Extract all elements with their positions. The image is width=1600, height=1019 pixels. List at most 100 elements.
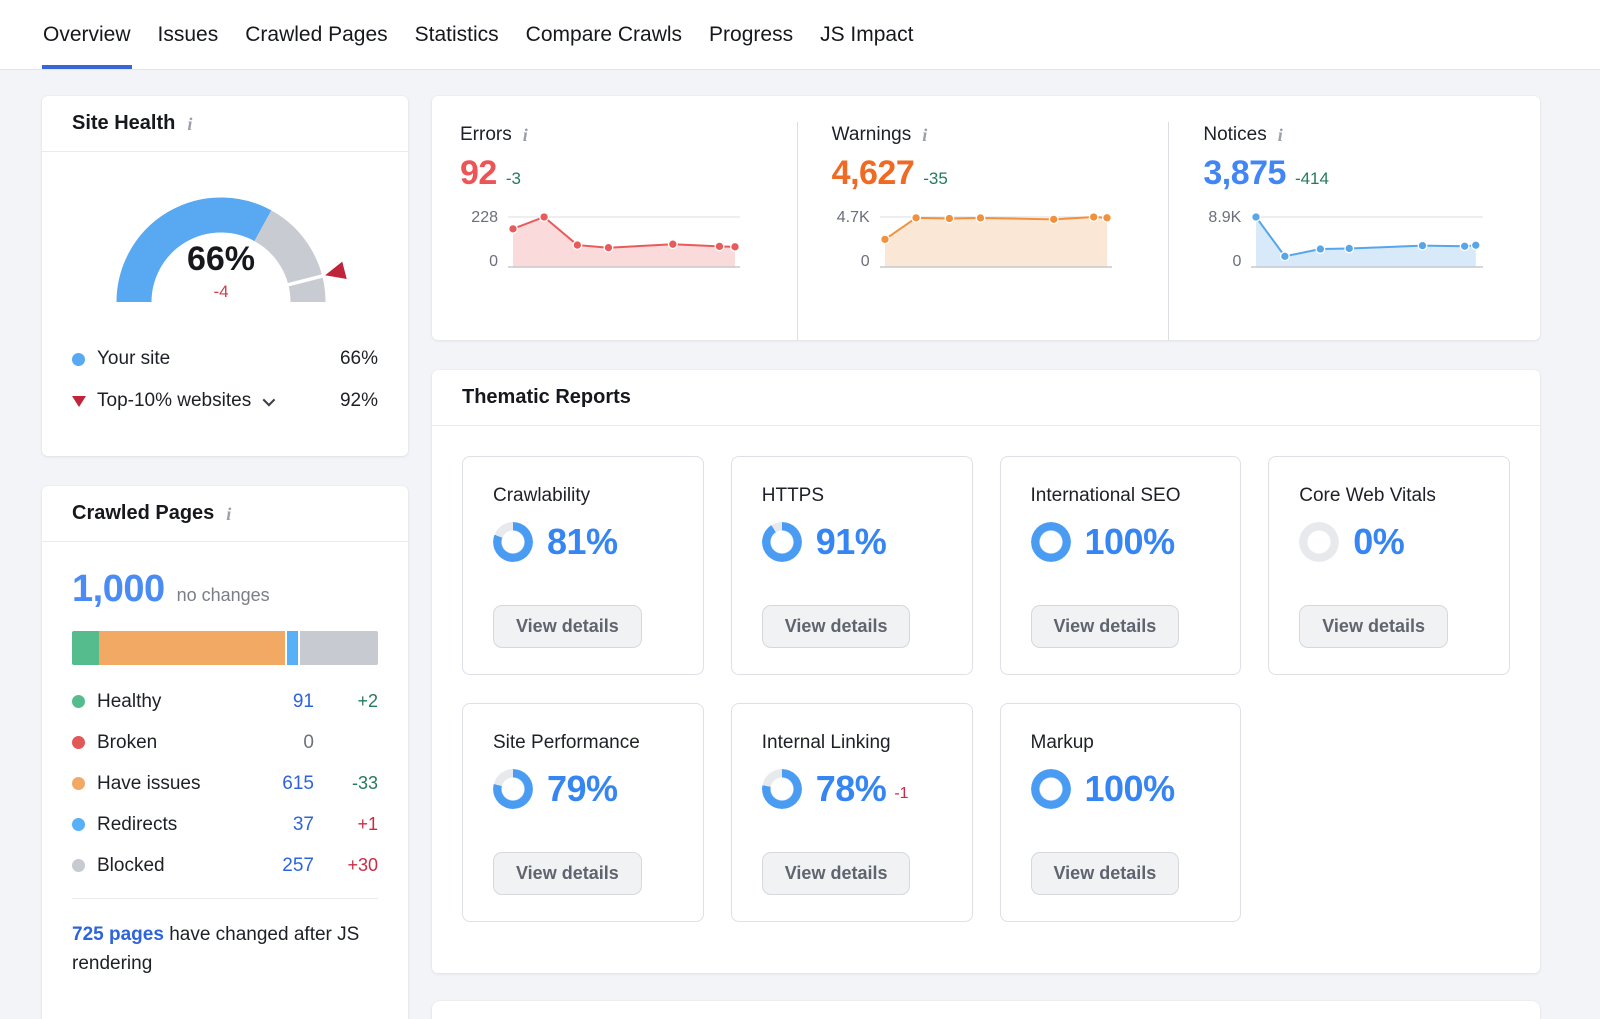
trend-delta: -3 (506, 169, 521, 189)
js-rendering-note: 725 pages have changed after JS renderin… (72, 898, 378, 978)
score-percent: 0% (1353, 521, 1404, 563)
category-label: Broken (97, 732, 157, 754)
your-site-label: Your site (97, 348, 170, 370)
category-dot-icon (72, 818, 85, 831)
trend-y-axis: 4.7K 0 (832, 209, 880, 273)
crawled-pages-note: no changes (177, 585, 270, 606)
thematic-report-name: Site Performance (493, 732, 673, 754)
axis-max-label: 228 (471, 209, 498, 227)
legend-row-your-site: Your site 66% (72, 338, 378, 380)
score-ring-icon (1031, 769, 1071, 809)
axis-min-label: 0 (1232, 253, 1241, 271)
changed-pages-link[interactable]: 725 pages (72, 924, 164, 945)
score-ring-icon (762, 522, 802, 562)
view-details-button[interactable]: View details (493, 605, 642, 648)
category-value-link[interactable]: 91 (240, 691, 314, 713)
axis-max-label: 8.9K (1208, 209, 1241, 227)
category-label: Have issues (97, 773, 201, 795)
trend-sparkline (1251, 209, 1490, 273)
bar-segment-have-issues[interactable] (99, 631, 285, 665)
next-card-top-edge (432, 1001, 1540, 1019)
chevron-down-icon[interactable] (263, 393, 276, 406)
view-details-button[interactable]: View details (762, 852, 911, 895)
trend-y-axis: 8.9K 0 (1203, 209, 1251, 273)
axis-max-label: 4.7K (837, 209, 870, 227)
trend-title: Errors (460, 124, 512, 146)
crawled-pages-total: 1,000 (72, 568, 165, 611)
crawled-pages-card: Crawled Pages i 1,000 no changes Healthy… (42, 486, 408, 1019)
thematic-card-internal-linking: Internal Linking 78% -1 View details (731, 703, 973, 922)
crawled-pages-row: Healthy 91 +2 (72, 681, 378, 722)
category-delta: +30 (314, 855, 378, 876)
trend-title: Warnings (832, 124, 912, 146)
legend-row-top10: Top-10% websites 92% (72, 380, 378, 422)
thematic-card-markup: Markup 100% View details (1000, 703, 1242, 922)
score-percent: 100% (1085, 768, 1175, 810)
view-details-button[interactable]: View details (1031, 852, 1180, 895)
category-dot-icon (72, 736, 85, 749)
category-value-link[interactable]: 257 (240, 855, 314, 877)
thematic-card-site-performance: Site Performance 79% View details (462, 703, 704, 922)
trend-delta: -35 (923, 169, 948, 189)
axis-min-label: 0 (489, 253, 498, 271)
score-percent: 81% (547, 521, 618, 563)
trend-current-value: 3,875 (1203, 154, 1286, 193)
view-details-button[interactable]: View details (1299, 605, 1448, 648)
info-icon[interactable]: i (184, 113, 195, 135)
trend-sparkline (880, 209, 1119, 273)
info-icon[interactable]: i (520, 124, 531, 146)
bar-segment-blocked[interactable] (300, 631, 378, 665)
tab-js-impact[interactable]: JS Impact (819, 0, 914, 69)
tab-overview[interactable]: Overview (42, 0, 132, 69)
thematic-card-core-web-vitals: Core Web Vitals 0% View details (1268, 456, 1510, 675)
category-delta: +1 (314, 814, 378, 835)
bar-segment-redirects[interactable] (287, 631, 298, 665)
your-site-dot-icon (72, 353, 85, 366)
crawled-pages-row: Blocked 257 +30 (72, 845, 378, 886)
category-value-link[interactable]: 615 (240, 773, 314, 795)
category-label: Redirects (97, 814, 177, 836)
trend-current-value: 92 (460, 154, 497, 193)
errors-trend-section: Errors i 92 -3 228 0 (432, 122, 797, 340)
score-ring-icon (762, 769, 802, 809)
info-icon[interactable]: i (1275, 124, 1286, 146)
site-health-gauge: 66% -4 (95, 180, 355, 314)
view-details-button[interactable]: View details (493, 852, 642, 895)
thematic-reports-card: Thematic Reports Crawlability 81% View d… (432, 370, 1540, 973)
info-icon[interactable]: i (919, 124, 930, 146)
score-percent: 100% (1085, 521, 1175, 563)
thematic-card-international-seo: International SEO 100% View details (1000, 456, 1242, 675)
axis-min-label: 0 (861, 253, 870, 271)
top10-value: 92% (340, 390, 378, 412)
view-details-button[interactable]: View details (762, 605, 911, 648)
category-dot-icon (72, 695, 85, 708)
thematic-report-name: International SEO (1031, 485, 1211, 507)
trend-current-value: 4,627 (832, 154, 915, 193)
trend-sparkline (508, 209, 747, 273)
info-icon[interactable]: i (223, 503, 234, 525)
your-site-value: 66% (340, 348, 378, 370)
crawled-pages-stacked-bar (72, 631, 378, 665)
category-dot-icon (72, 859, 85, 872)
trend-y-axis: 228 0 (460, 209, 508, 273)
tab-issues[interactable]: Issues (157, 0, 220, 69)
bar-segment-healthy[interactable] (72, 631, 99, 665)
category-value-link[interactable]: 37 (240, 814, 314, 836)
tab-compare-crawls[interactable]: Compare Crawls (525, 0, 683, 69)
score-ring-icon (1299, 522, 1339, 562)
thematic-report-name: Internal Linking (762, 732, 942, 754)
tab-crawled-pages[interactable]: Crawled Pages (244, 0, 388, 69)
score-ring-icon (493, 769, 533, 809)
crawled-pages-row: Broken 0 (72, 722, 378, 763)
category-label: Healthy (97, 691, 161, 713)
site-health-score: 66% (187, 240, 255, 279)
crawled-pages-title: Crawled Pages (72, 502, 214, 525)
thematic-report-name: Crawlability (493, 485, 673, 507)
category-delta: -33 (314, 773, 378, 794)
tab-statistics[interactable]: Statistics (414, 0, 500, 69)
category-dot-icon (72, 777, 85, 790)
tab-progress[interactable]: Progress (708, 0, 794, 69)
crawled-pages-row: Redirects 37 +1 (72, 804, 378, 845)
score-percent: 79% (547, 768, 618, 810)
view-details-button[interactable]: View details (1031, 605, 1180, 648)
